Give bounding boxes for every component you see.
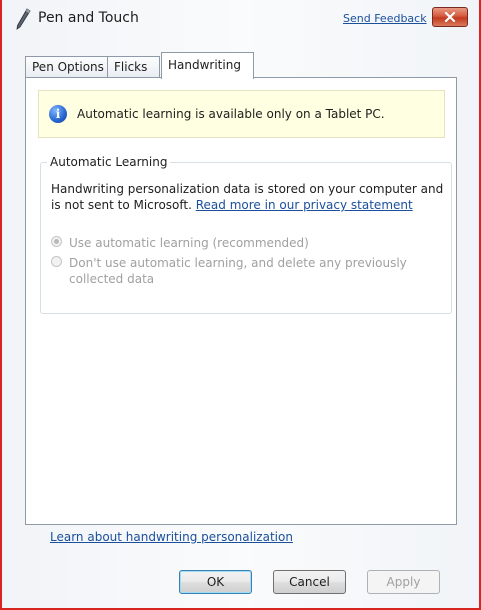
info-bar: i Automatic learning is available only o… bbox=[38, 90, 445, 138]
send-feedback-link[interactable]: Send Feedback bbox=[343, 12, 427, 25]
privacy-statement-link[interactable]: Read more in our privacy statement bbox=[196, 198, 413, 212]
radio-label: Don't use automatic learning, and delete… bbox=[69, 255, 407, 287]
tab-flicks[interactable]: Flicks bbox=[107, 56, 160, 78]
radio-label: Use automatic learning (recommended) bbox=[69, 236, 309, 250]
cancel-button[interactable]: Cancel bbox=[273, 570, 346, 594]
radio-button-unchecked[interactable] bbox=[51, 256, 62, 267]
ok-button[interactable]: OK bbox=[179, 570, 252, 594]
tab-pen-options[interactable]: Pen Options bbox=[25, 56, 108, 78]
apply-button[interactable]: Apply bbox=[367, 570, 440, 594]
info-text: Automatic learning is available only on … bbox=[77, 107, 385, 121]
handwriting-panel: i Automatic learning is available only o… bbox=[25, 77, 457, 544]
radio-label-line2: collected data bbox=[69, 272, 155, 286]
title-bar: Pen and Touch Send Feedback bbox=[0, 0, 481, 40]
radio-button-checked[interactable] bbox=[51, 236, 62, 247]
tab-handwriting[interactable]: Handwriting bbox=[161, 52, 254, 79]
learn-handwriting-personalization-link[interactable]: Learn about handwriting personalization bbox=[50, 530, 293, 544]
close-button[interactable] bbox=[432, 7, 468, 27]
window-title: Pen and Touch bbox=[38, 10, 139, 26]
pen-icon bbox=[14, 8, 32, 30]
group-legend: Automatic Learning bbox=[47, 155, 171, 169]
automatic-learning-group: Automatic Learning Handwriting personali… bbox=[40, 155, 452, 314]
group-description: Handwriting personalization data is stor… bbox=[51, 181, 446, 213]
radio-label-line1: Don't use automatic learning, and delete… bbox=[69, 256, 407, 270]
info-icon: i bbox=[49, 105, 67, 123]
close-icon bbox=[444, 12, 456, 22]
